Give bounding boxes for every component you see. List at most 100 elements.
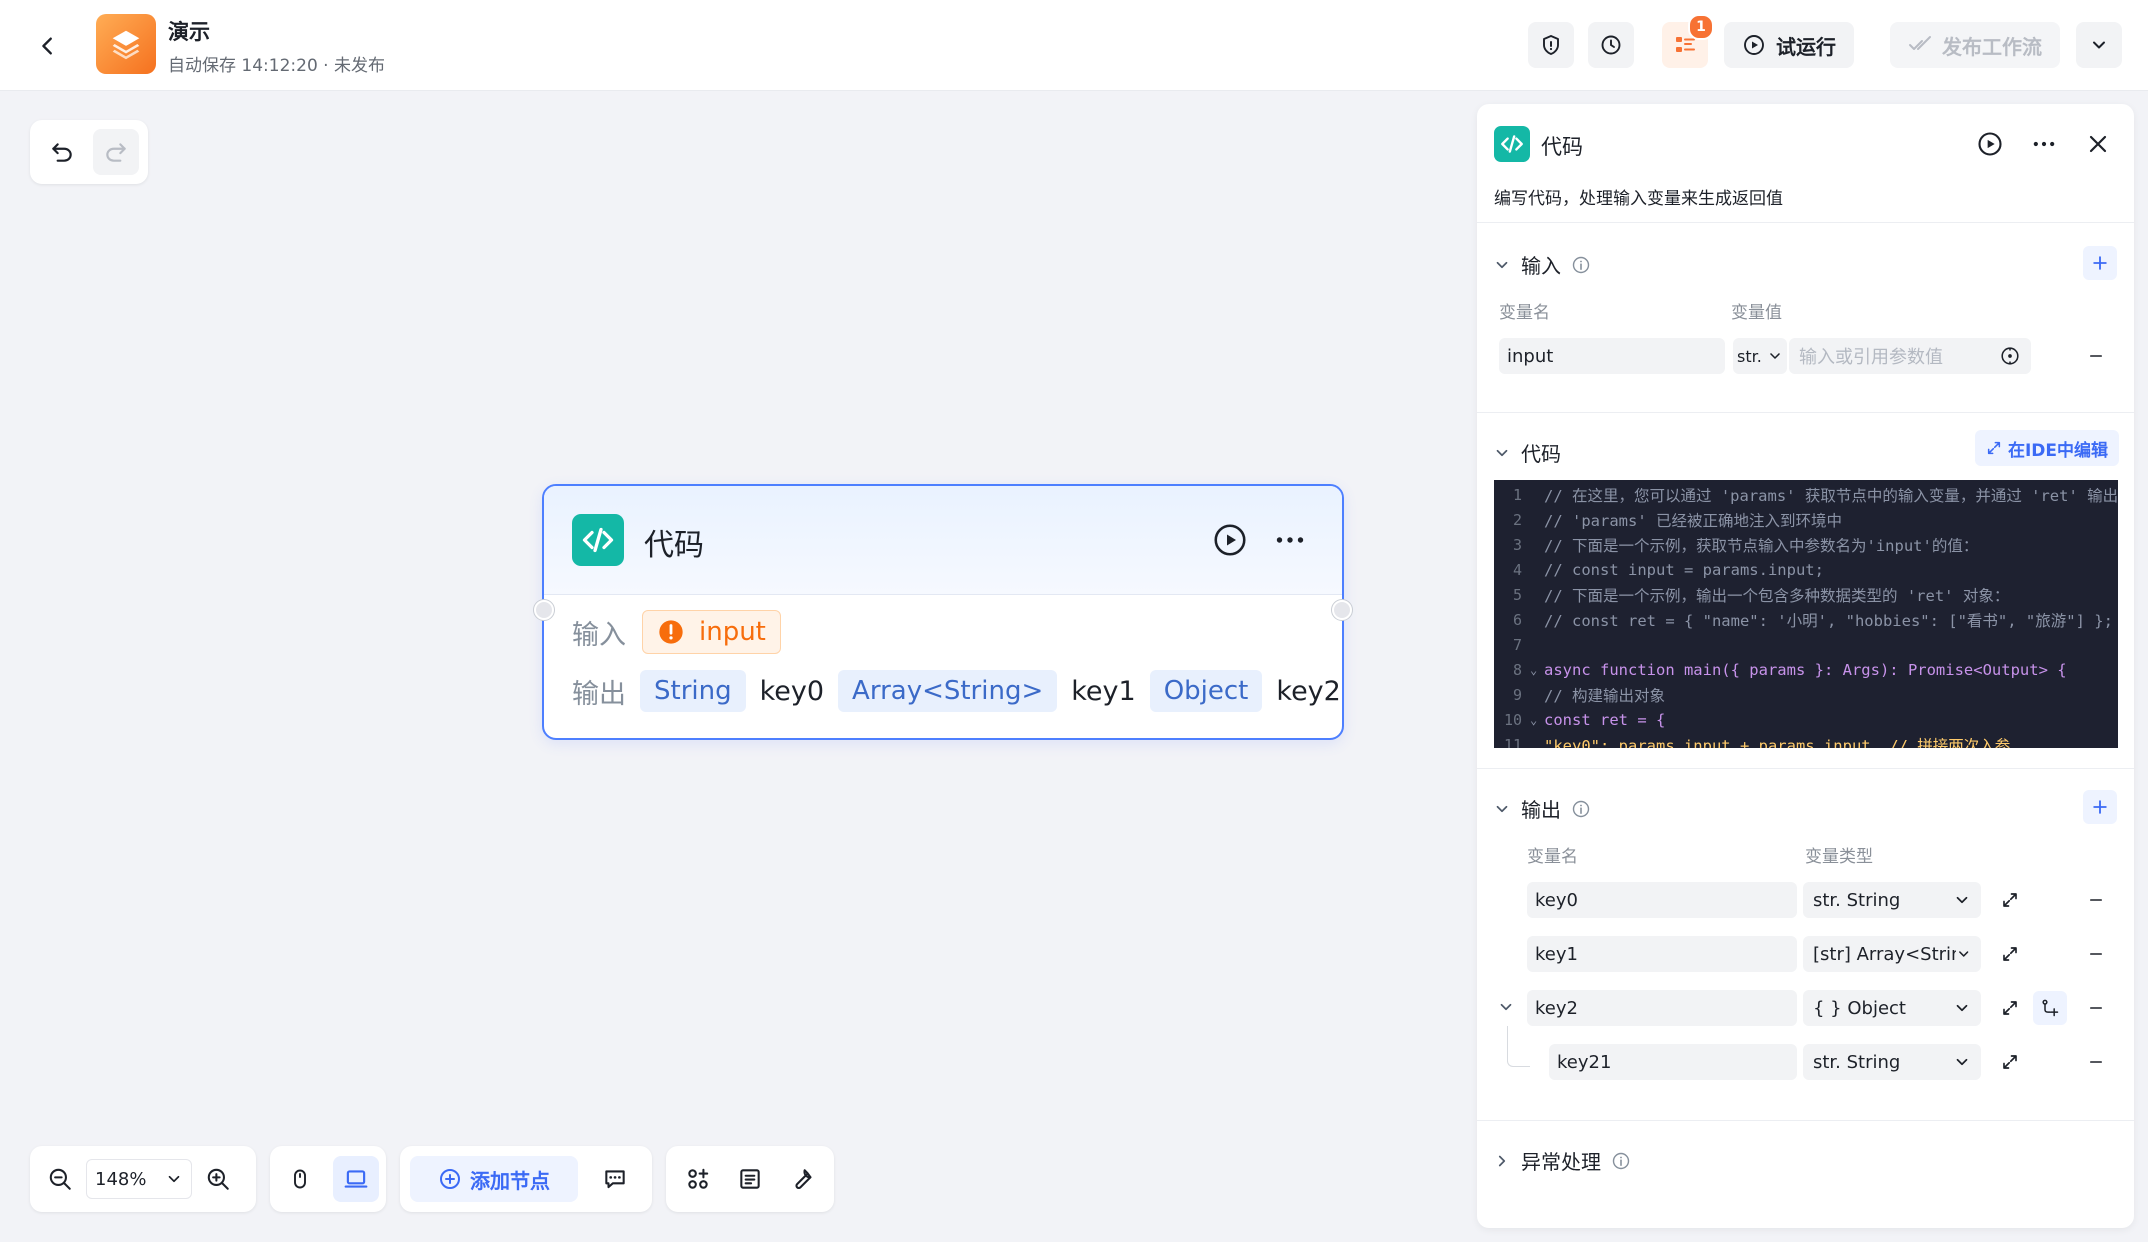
close-icon: [2089, 135, 2107, 153]
problems-button[interactable]: 1: [1662, 14, 1714, 68]
document-icon: [740, 1169, 760, 1189]
add-input-button[interactable]: [2083, 246, 2117, 280]
redo-button[interactable]: [93, 129, 139, 175]
mouse-mode-button[interactable]: [277, 1156, 323, 1202]
chevron-down-icon: [1956, 1058, 1968, 1066]
zoom-in-button[interactable]: [200, 1166, 236, 1192]
redo-icon: [106, 143, 126, 162]
remove-output-button[interactable]: [2083, 1049, 2109, 1075]
minus-icon: [2090, 1007, 2102, 1009]
chevron-left-icon: [42, 37, 52, 55]
code-line: 5// 下面是一个示例，输出一个包含多种数据类型的 'ret' 对象：: [1512, 585, 2010, 605]
collapse-object-button[interactable]: [1491, 992, 1521, 1022]
input-col-value: 变量值: [1731, 303, 1782, 323]
minus-icon: [2090, 355, 2102, 357]
output-port[interactable]: [1332, 600, 1352, 620]
autosave-status: 自动保存 14:12:20 · 未发布: [168, 56, 385, 76]
output-type-select[interactable]: { } Object: [1803, 990, 1981, 1026]
chevron-down-icon: [1496, 449, 1508, 456]
zoom-select[interactable]: 148%: [86, 1159, 192, 1199]
add-output-button[interactable]: [2083, 790, 2117, 824]
expand-icon: [2003, 947, 2017, 961]
settings-button[interactable]: [779, 1156, 825, 1202]
history-toolbox: [30, 120, 148, 184]
error-handling-header[interactable]: 异常处理: [1493, 1146, 1631, 1175]
expand-output-button[interactable]: [1995, 1047, 2025, 1077]
publish-dropdown-button[interactable]: [2076, 22, 2122, 68]
panel-title: 代码: [1541, 135, 1583, 159]
chevron-down-icon: [1956, 896, 1968, 904]
test-run-label: 试运行: [1776, 34, 1836, 59]
input-value-field[interactable]: 输入或引用参数值: [1789, 338, 2031, 374]
minimap-button[interactable]: [727, 1156, 773, 1202]
code-line: 10 ⌄ const ret = {: [1503, 710, 1666, 729]
remove-input-button[interactable]: [2083, 343, 2109, 369]
app-logo: [96, 14, 156, 74]
code-line: 4// const input = params.input;: [1512, 560, 1824, 579]
input-section-header[interactable]: 输入: [1493, 250, 1591, 279]
comment-button[interactable]: [592, 1156, 638, 1202]
expand-output-button[interactable]: [1995, 939, 2025, 969]
output-name-field[interactable]: key21: [1549, 1044, 1797, 1080]
input-type-select[interactable]: str.: [1733, 338, 1787, 374]
back-button[interactable]: [30, 28, 66, 64]
remove-output-button[interactable]: [2083, 941, 2109, 967]
output-section-header[interactable]: 输出: [1493, 794, 1591, 823]
play-circle-icon: [1978, 132, 2002, 156]
expand-output-button[interactable]: [1995, 993, 2025, 1023]
apps-icon: [688, 1168, 709, 1189]
output-type-value: { } Object: [1813, 997, 1906, 1019]
input-name-field[interactable]: input: [1499, 338, 1725, 374]
divider: [1477, 768, 2134, 769]
security-button[interactable]: [1528, 22, 1574, 68]
output-name-field[interactable]: key2: [1527, 990, 1797, 1026]
output-name: key2: [1276, 675, 1341, 707]
warning-icon: [659, 620, 683, 644]
panel-close-button[interactable]: [2083, 129, 2113, 159]
output-section-title: 输出: [1521, 798, 1561, 822]
history-button[interactable]: [1588, 22, 1634, 68]
output-name-field[interactable]: key1: [1527, 936, 1797, 972]
zoom-out-button[interactable]: [42, 1166, 78, 1192]
add-node-toolbox: 添加节点: [400, 1146, 652, 1212]
code-section-header[interactable]: 代码: [1493, 438, 1561, 467]
publish-button[interactable]: 发布工作流: [1890, 22, 2060, 68]
zoom-toolbox: 148%: [30, 1146, 256, 1212]
code-node[interactable]: 代码 输入 input 输出 String key0 Array<String>…: [534, 484, 1352, 740]
chevron-down-icon: [1956, 1004, 1968, 1012]
add-child-field-button[interactable]: [2033, 991, 2067, 1025]
chevron-down-icon: [1770, 353, 1780, 359]
undo-button[interactable]: [39, 129, 85, 175]
zoom-in-icon: [207, 1168, 229, 1190]
interaction-mode-toolbox: [270, 1146, 386, 1212]
edit-in-ide-button[interactable]: 在IDE中编辑: [1975, 430, 2119, 466]
reference-icon[interactable]: [1999, 345, 2021, 367]
input-port[interactable]: [534, 600, 554, 620]
error-handling-title: 异常处理: [1521, 1150, 1601, 1174]
zoom-out-icon: [49, 1168, 71, 1190]
input-warning-pill[interactable]: input: [642, 610, 781, 654]
test-run-button[interactable]: 试运行: [1724, 22, 1854, 68]
panel-run-button[interactable]: [1975, 129, 2005, 159]
node-run-button[interactable]: [1212, 522, 1248, 558]
output-type-select[interactable]: [str] Array<Strin...: [1803, 936, 1981, 972]
panel-more-button[interactable]: [2029, 129, 2059, 159]
remove-output-button[interactable]: [2083, 887, 2109, 913]
output-type-select[interactable]: str. String: [1803, 882, 1981, 918]
node-header: 代码: [544, 486, 1342, 595]
code-editor[interactable]: 1// 在这里，您可以通过 'params' 获取节点中的输入变量，并通过 'r…: [1494, 480, 2118, 748]
output-name-field[interactable]: key0: [1527, 882, 1797, 918]
trackpad-mode-button[interactable]: [333, 1156, 379, 1202]
output-type-value: [str] Array<Strin...: [1813, 943, 1956, 965]
expand-output-button[interactable]: [1995, 885, 2025, 915]
remove-output-button[interactable]: [2083, 995, 2109, 1021]
chevron-down-icon: [1496, 261, 1508, 268]
output-type-select[interactable]: str. String: [1803, 1044, 1981, 1080]
plugins-button[interactable]: [675, 1156, 721, 1202]
add-node-button[interactable]: 添加节点: [410, 1156, 578, 1202]
expand-icon: [2003, 893, 2017, 907]
code-line: 1// 在这里，您可以通过 'params' 获取节点中的输入变量，并通过 'r…: [1512, 485, 2118, 505]
code-line: 3// 下面是一个示例，获取节点输入中参数名为'input'的值：: [1512, 535, 1979, 555]
plus-circle-icon: [440, 1169, 460, 1189]
node-more-button[interactable]: [1272, 522, 1308, 558]
